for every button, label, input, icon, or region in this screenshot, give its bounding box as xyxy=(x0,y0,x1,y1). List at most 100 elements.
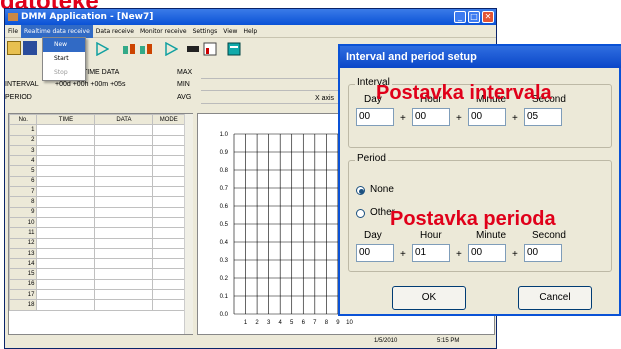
table-cell[interactable] xyxy=(94,258,154,270)
row-number[interactable]: 9 xyxy=(8,206,38,218)
table-row[interactable]: 14 xyxy=(8,258,185,270)
menu-view[interactable]: View xyxy=(220,25,240,38)
interval-input[interactable]: 05 xyxy=(524,108,562,126)
dropdown-stop[interactable]: Stop xyxy=(43,66,85,80)
row-number[interactable]: 12 xyxy=(8,237,38,249)
table-row[interactable]: 7 xyxy=(8,186,185,198)
table-cell[interactable] xyxy=(152,289,185,301)
graph-icon[interactable] xyxy=(203,41,217,56)
table-cell[interactable] xyxy=(36,268,96,280)
interval-input[interactable]: 00 xyxy=(412,108,450,126)
period-input[interactable]: 00 xyxy=(356,244,394,262)
table-row[interactable]: 16 xyxy=(8,278,185,291)
table-cell[interactable] xyxy=(152,258,185,270)
table-cell[interactable] xyxy=(36,258,96,270)
table-row[interactable]: 13 xyxy=(8,247,185,260)
table-cell[interactable] xyxy=(152,299,185,311)
table-row[interactable]: 6 xyxy=(8,175,185,188)
table-cell[interactable] xyxy=(94,216,154,229)
table-cell[interactable] xyxy=(152,155,185,167)
table-cell[interactable] xyxy=(94,289,154,301)
table-cell[interactable] xyxy=(94,175,154,188)
row-number[interactable]: 14 xyxy=(8,258,38,270)
table-cell[interactable] xyxy=(152,227,185,239)
table-cell[interactable] xyxy=(94,247,154,260)
table-cell[interactable] xyxy=(36,237,96,249)
table-row[interactable]: 10 xyxy=(8,216,185,229)
table-cell[interactable] xyxy=(152,206,185,218)
close-button[interactable]: ✕ xyxy=(482,11,494,23)
table-cell[interactable] xyxy=(94,196,154,208)
table-row[interactable]: 1 xyxy=(8,124,185,136)
display-icon[interactable] xyxy=(227,41,241,56)
row-number[interactable]: 15 xyxy=(8,268,38,280)
table-cell[interactable] xyxy=(94,237,154,249)
table-row[interactable]: 2 xyxy=(8,134,185,146)
row-number[interactable]: 13 xyxy=(8,247,38,260)
table-row[interactable]: 18 xyxy=(8,299,185,311)
table-scrollbar[interactable] xyxy=(184,114,193,334)
table-cell[interactable] xyxy=(36,165,96,177)
row-number[interactable]: 18 xyxy=(8,299,38,311)
menu-file[interactable]: File xyxy=(5,25,21,38)
period-input[interactable]: 00 xyxy=(468,244,506,262)
table-cell[interactable] xyxy=(36,216,96,229)
table-cell[interactable] xyxy=(36,299,96,311)
table-cell[interactable] xyxy=(36,196,96,208)
row-number[interactable]: 17 xyxy=(8,289,38,301)
row-number[interactable]: 3 xyxy=(8,144,38,157)
period-input[interactable]: 01 xyxy=(412,244,450,262)
table-cell[interactable] xyxy=(94,134,154,146)
table-row[interactable]: 17 xyxy=(8,289,185,301)
chart-icon[interactable] xyxy=(122,41,136,55)
table-cell[interactable] xyxy=(152,165,185,177)
table-cell[interactable] xyxy=(152,175,185,188)
row-number[interactable]: 1 xyxy=(8,124,38,136)
table-cell[interactable] xyxy=(36,186,96,198)
table-cell[interactable] xyxy=(152,124,185,136)
table-cell[interactable] xyxy=(36,144,96,157)
table-cell[interactable] xyxy=(152,196,185,208)
table-cell[interactable] xyxy=(36,175,96,188)
table-cell[interactable] xyxy=(36,227,96,239)
table-cell[interactable] xyxy=(36,155,96,167)
table-cell[interactable] xyxy=(152,278,185,291)
table-cell[interactable] xyxy=(94,278,154,291)
table-cell[interactable] xyxy=(152,134,185,146)
radio-none[interactable] xyxy=(356,186,365,195)
table-row[interactable]: 9 xyxy=(8,206,185,218)
dropdown-new[interactable]: New xyxy=(43,38,85,52)
table-cell[interactable] xyxy=(36,278,96,291)
table-row[interactable]: 5 xyxy=(8,165,185,177)
table-cell[interactable] xyxy=(152,144,185,157)
row-number[interactable]: 4 xyxy=(8,155,38,167)
table-row[interactable]: 12 xyxy=(8,237,185,249)
table-cell[interactable] xyxy=(94,227,154,239)
row-number[interactable]: 16 xyxy=(8,278,38,291)
table-cell[interactable] xyxy=(36,124,96,136)
xaxis-label[interactable]: X axis xyxy=(315,95,334,102)
table-cell[interactable] xyxy=(94,165,154,177)
interval-input[interactable]: 00 xyxy=(468,108,506,126)
table-row[interactable]: 15 xyxy=(8,268,185,280)
table-row[interactable]: 8 xyxy=(8,196,185,208)
row-number[interactable]: 8 xyxy=(8,196,38,208)
chart2-icon[interactable] xyxy=(139,41,153,55)
table-cell[interactable] xyxy=(36,206,96,218)
table-row[interactable]: 3 xyxy=(8,144,185,157)
table-cell[interactable] xyxy=(94,124,154,136)
monitor-icon[interactable] xyxy=(186,41,200,55)
maximize-button[interactable]: □ xyxy=(468,11,480,23)
table-cell[interactable] xyxy=(94,299,154,311)
table-row[interactable]: 11 xyxy=(8,227,185,239)
dropdown-start[interactable]: Start xyxy=(43,52,85,66)
interval-input[interactable]: 00 xyxy=(356,108,394,126)
cancel-button[interactable]: Cancel xyxy=(518,286,592,310)
row-number[interactable]: 10 xyxy=(8,216,38,229)
run-icon[interactable] xyxy=(164,41,179,57)
table-cell[interactable] xyxy=(36,247,96,260)
table-cell[interactable] xyxy=(152,186,185,198)
save-icon[interactable] xyxy=(23,41,37,55)
menu-settings[interactable]: Settings xyxy=(190,25,221,38)
col-no[interactable]: No. xyxy=(8,113,38,126)
